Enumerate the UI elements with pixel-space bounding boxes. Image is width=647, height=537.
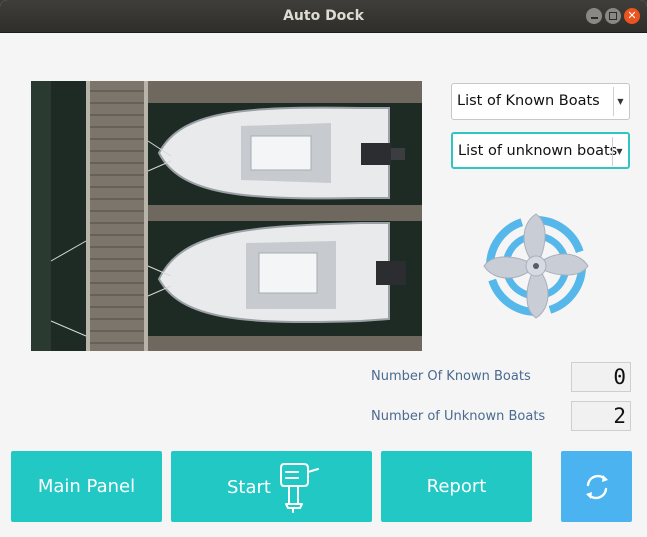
unknown-boats-count-label: Number of Unknown Boats bbox=[371, 409, 546, 424]
minimize-icon bbox=[590, 17, 598, 19]
dock-camera-image bbox=[31, 81, 422, 351]
refresh-icon bbox=[585, 474, 608, 499]
known-boats-dropdown-label: List of Known Boats bbox=[457, 93, 600, 109]
chevron-down-icon: ▼ bbox=[612, 137, 626, 166]
title-bar: Auto Dock ✕ bbox=[0, 0, 647, 33]
minimize-button[interactable] bbox=[586, 8, 602, 24]
close-button[interactable]: ✕ bbox=[624, 8, 640, 24]
maximize-button[interactable] bbox=[605, 8, 621, 24]
fan-icon bbox=[483, 213, 589, 319]
known-boats-count-label: Number Of Known Boats bbox=[371, 369, 531, 384]
unknown-boats-dropdown[interactable]: List of unknown boats ▼ bbox=[451, 132, 630, 169]
start-button-label: Start bbox=[227, 477, 271, 498]
maximize-icon bbox=[609, 12, 617, 20]
main-panel-button-label: Main Panel bbox=[37, 476, 136, 497]
main-panel-button[interactable]: Main Panel bbox=[11, 451, 162, 522]
known-boats-count-display: 0 bbox=[571, 362, 631, 392]
start-button[interactable]: Start bbox=[171, 451, 372, 522]
report-button[interactable]: Report bbox=[381, 451, 532, 522]
unknown-boats-dropdown-label: List of unknown boats bbox=[458, 143, 618, 159]
refresh-button[interactable] bbox=[561, 451, 632, 522]
outboard-motor-icon bbox=[280, 463, 319, 513]
chevron-down-icon: ▼ bbox=[613, 87, 627, 116]
report-button-label: Report bbox=[426, 476, 487, 497]
app-window: Auto Dock ✕ List of Known Boats ▼ List o… bbox=[0, 0, 647, 537]
window-title: Auto Dock bbox=[283, 8, 364, 24]
close-icon: ✕ bbox=[627, 9, 637, 22]
unknown-boats-count-display: 2 bbox=[571, 401, 631, 431]
known-boats-dropdown[interactable]: List of Known Boats ▼ bbox=[451, 83, 630, 120]
